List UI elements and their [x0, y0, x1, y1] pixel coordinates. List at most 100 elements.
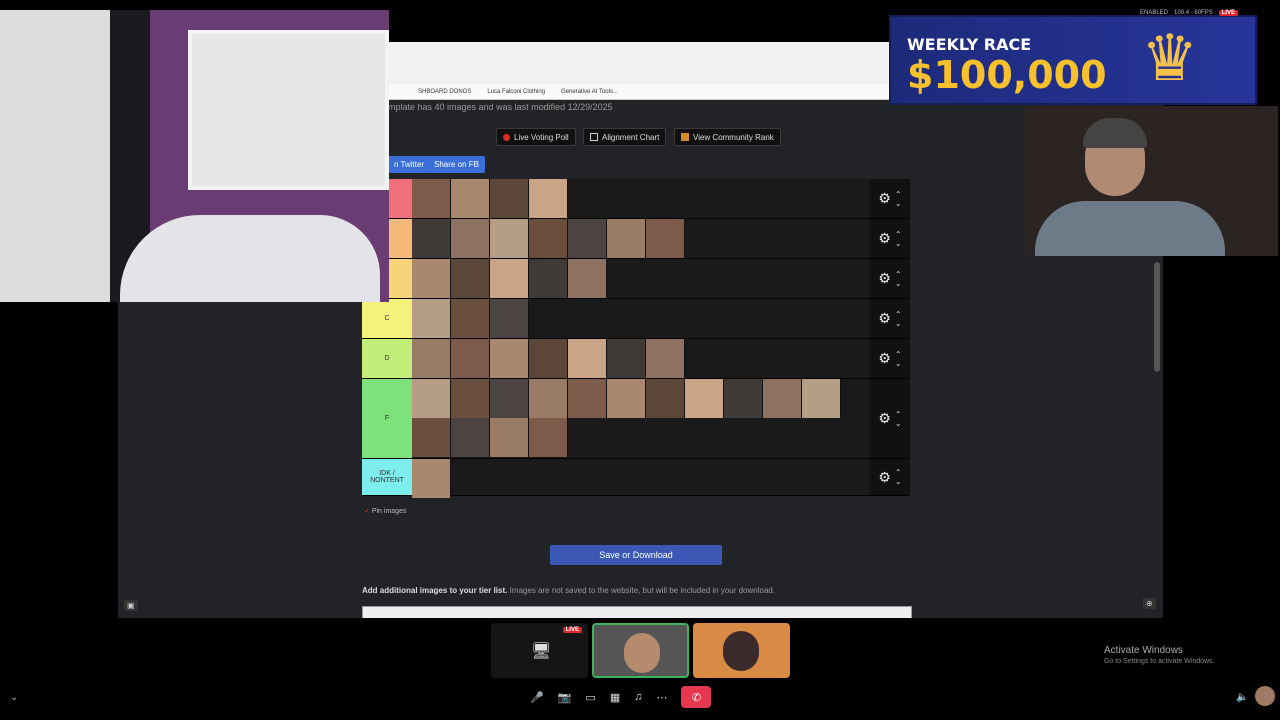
tier-image[interactable]: [568, 219, 607, 258]
tier-image[interactable]: [529, 418, 568, 457]
tier-image[interactable]: [646, 219, 685, 258]
upload-field[interactable]: [362, 606, 912, 618]
gear-icon[interactable]: ⚙: [878, 410, 891, 427]
tier-image[interactable]: [490, 379, 529, 418]
tier-image[interactable]: [490, 219, 529, 258]
chevron-up-icon[interactable]: ⌃: [895, 468, 902, 477]
share-facebook-button[interactable]: Share on FB: [428, 156, 485, 173]
save-download-button[interactable]: Save or Download: [550, 545, 722, 565]
chevron-down-icon[interactable]: ⌄: [895, 239, 902, 248]
tier-image[interactable]: [490, 299, 529, 338]
participant-tile-screen[interactable]: 🖥 LIVE: [491, 623, 588, 678]
stream-status: ENABLED 100.4 · 60FPS LIVE: [1140, 10, 1239, 16]
tier-image[interactable]: [802, 379, 841, 418]
tier-image[interactable]: [412, 339, 451, 378]
chevron-down-icon[interactable]: ⌄: [895, 199, 902, 208]
pin-images-toggle[interactable]: ✓ Pin images: [364, 507, 406, 515]
tier-image[interactable]: [607, 379, 646, 418]
person-hoodie: [120, 215, 380, 302]
live-voting-poll-button[interactable]: Live Voting Poll: [496, 128, 576, 146]
participant-tile-self[interactable]: [592, 623, 689, 678]
tier-image[interactable]: [412, 379, 451, 418]
bookmark-item[interactable]: SHBOARD DONOS: [418, 89, 471, 95]
gear-icon[interactable]: ⚙: [878, 350, 891, 367]
tier-image[interactable]: [412, 418, 451, 457]
tier-image[interactable]: [607, 219, 646, 258]
chevron-up-icon[interactable]: ⌃: [895, 410, 902, 419]
bookmark-item[interactable]: Luca Falconi Clothing: [487, 89, 545, 95]
tier-image[interactable]: [412, 219, 451, 258]
more-icon[interactable]: ⋯: [656, 691, 667, 704]
share-twitter-button[interactable]: n Twitter: [388, 156, 431, 173]
scrollbar[interactable]: [1154, 262, 1160, 372]
tier-image[interactable]: [451, 379, 490, 418]
tier-image[interactable]: [568, 259, 607, 298]
chevron-down-icon[interactable]: ⌄: [895, 279, 902, 288]
alignment-chart-button[interactable]: Alignment Chart: [583, 128, 667, 146]
chevron-up-icon[interactable]: ⌃: [895, 270, 902, 279]
activities-icon[interactable]: ▦: [610, 691, 620, 704]
tier-image[interactable]: [451, 299, 490, 338]
tier-image[interactable]: [685, 379, 724, 418]
tier-image[interactable]: [646, 379, 685, 418]
tier-label[interactable]: D: [362, 339, 412, 378]
tier-image[interactable]: [490, 259, 529, 298]
tier-image[interactable]: [724, 379, 763, 418]
tier-image[interactable]: [451, 339, 490, 378]
gear-icon[interactable]: ⚙: [878, 190, 891, 207]
tier-image[interactable]: [529, 379, 568, 418]
chevron-down-icon[interactable]: ⌄: [895, 319, 902, 328]
community-rank-button[interactable]: View Community Rank: [674, 128, 781, 146]
tier-image[interactable]: [451, 418, 490, 457]
zoom-icon[interactable]: ⊕: [1143, 598, 1156, 609]
chevron-down-icon[interactable]: ⌄: [895, 359, 902, 368]
volume-icon[interactable]: 🔈: [1236, 692, 1248, 703]
bookmark-item[interactable]: Generative AI Tools...: [561, 89, 618, 95]
tier-row: IDK / NONTENT ⚙ ⌃ ⌄: [362, 459, 910, 498]
gear-icon[interactable]: ⚙: [878, 230, 891, 247]
live-badge: LIVE: [1218, 10, 1239, 16]
camera-icon[interactable]: 📷: [558, 691, 572, 704]
chat-icon[interactable]: ▣: [124, 600, 138, 611]
tier-image[interactable]: [412, 299, 451, 338]
chevron-down-icon[interactable]: ⌄: [895, 477, 902, 486]
tier-image[interactable]: [763, 379, 802, 418]
tier-image[interactable]: [529, 259, 568, 298]
chevron-up-icon[interactable]: ⌃: [895, 310, 902, 319]
tier-image[interactable]: [451, 219, 490, 258]
share-screen-icon[interactable]: ▭: [585, 691, 595, 704]
chevron-up-icon[interactable]: ⌃: [895, 190, 902, 199]
tier-image[interactable]: [529, 219, 568, 258]
tier-image[interactable]: [568, 339, 607, 378]
leave-call-button[interactable]: ✆: [681, 686, 712, 708]
tier-image[interactable]: [451, 259, 490, 298]
tier-label[interactable]: F: [362, 379, 412, 458]
tier-image[interactable]: [412, 179, 451, 218]
tier-image[interactable]: [490, 418, 529, 457]
microphone-icon[interactable]: 🎤: [530, 691, 544, 704]
gear-icon[interactable]: ⚙: [878, 310, 891, 327]
chevron-up-icon[interactable]: ⌃: [895, 230, 902, 239]
chevron-up-icon[interactable]: ⌃: [895, 350, 902, 359]
tier-image[interactable]: [490, 179, 529, 218]
tier-image[interactable]: [490, 339, 529, 378]
user-avatar[interactable]: [1255, 686, 1275, 706]
tier-label[interactable]: IDK / NONTENT: [362, 459, 412, 495]
tier-image[interactable]: [607, 339, 646, 378]
tier-image[interactable]: [646, 339, 685, 378]
tier-label[interactable]: C: [362, 299, 412, 338]
gear-icon[interactable]: ⚙: [878, 270, 891, 287]
chevron-down-icon[interactable]: ⌄: [895, 419, 902, 428]
participant-tile-guest[interactable]: [693, 623, 790, 678]
tier-image[interactable]: [529, 179, 568, 218]
tier-image[interactable]: [451, 179, 490, 218]
tier-image[interactable]: [568, 379, 607, 418]
grid-icon: [590, 133, 598, 141]
activate-windows-title: Activate Windows: [1104, 645, 1183, 656]
tier-image[interactable]: [412, 459, 451, 498]
soundboard-icon[interactable]: ♫: [634, 691, 642, 703]
tier-image[interactable]: [412, 259, 451, 298]
gear-icon[interactable]: ⚙: [878, 469, 891, 486]
tier-image[interactable]: [529, 339, 568, 378]
chevron-down-icon[interactable]: ⌄: [10, 692, 18, 703]
